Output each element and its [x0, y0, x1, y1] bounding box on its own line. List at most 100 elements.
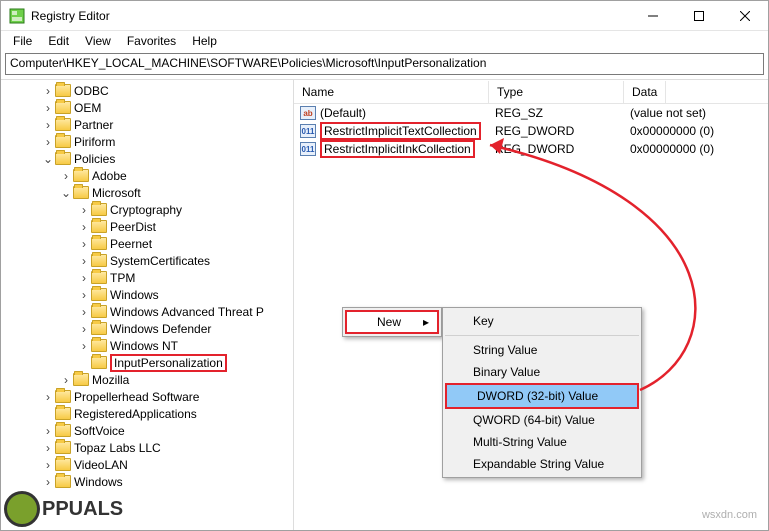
close-button[interactable]: [722, 1, 768, 30]
menu-item-multistring[interactable]: Multi-String Value: [443, 431, 641, 453]
folder-icon: [91, 220, 107, 233]
menu-item-dword[interactable]: DWORD (32-bit) Value: [447, 385, 637, 407]
expand-icon[interactable]: ›: [77, 254, 91, 268]
value-data: (value not set): [627, 106, 706, 120]
value-row[interactable]: 011 RestrictImplicitInkCollection REG_DW…: [294, 140, 768, 158]
tree-item[interactable]: Peernet: [110, 237, 152, 251]
tree-item[interactable]: ODBC: [74, 84, 109, 98]
folder-icon: [91, 322, 107, 335]
collapse-icon[interactable]: ⌄: [59, 186, 73, 200]
menu-item-key[interactable]: Key: [443, 310, 641, 332]
expand-icon[interactable]: ›: [41, 441, 55, 455]
collapse-icon[interactable]: ⌄: [41, 152, 55, 166]
tree-item[interactable]: SystemCertificates: [110, 254, 210, 268]
folder-icon: [91, 237, 107, 250]
folder-icon: [73, 373, 89, 386]
menu-favorites[interactable]: Favorites: [119, 32, 184, 50]
menu-item-qword[interactable]: QWORD (64-bit) Value: [443, 409, 641, 431]
folder-icon: [55, 84, 71, 97]
menu-item-binary[interactable]: Binary Value: [443, 361, 641, 383]
col-name[interactable]: Name: [294, 81, 489, 103]
tree-item[interactable]: VideoLAN: [74, 458, 128, 472]
expand-icon[interactable]: ›: [41, 118, 55, 132]
expand-icon[interactable]: ›: [41, 424, 55, 438]
window-title: Registry Editor: [31, 9, 630, 23]
value-data: 0x00000000 (0): [627, 124, 714, 138]
minimize-button[interactable]: [630, 1, 676, 30]
menu-edit[interactable]: Edit: [40, 32, 77, 50]
value-data: 0x00000000 (0): [627, 142, 714, 156]
tree-item[interactable]: Propellerhead Software: [74, 390, 199, 404]
tree-item-selected[interactable]: InputPersonalization: [110, 354, 227, 372]
expand-icon[interactable]: ›: [77, 339, 91, 353]
folder-icon: [55, 390, 71, 403]
expand-icon[interactable]: ›: [77, 322, 91, 336]
tree-item[interactable]: RegisteredApplications: [74, 407, 197, 421]
menu-file[interactable]: File: [5, 32, 40, 50]
tree-item[interactable]: Windows: [110, 288, 159, 302]
tree-item[interactable]: Windows NT: [110, 339, 178, 353]
expand-icon[interactable]: ›: [77, 288, 91, 302]
avatar-icon: [4, 491, 40, 527]
folder-icon: [55, 424, 71, 437]
tree-item[interactable]: Windows Advanced Threat P: [110, 305, 264, 319]
expand-icon[interactable]: ›: [41, 390, 55, 404]
tree-item[interactable]: Topaz Labs LLC: [74, 441, 161, 455]
tree-item[interactable]: SoftVoice: [74, 424, 125, 438]
folder-icon: [91, 254, 107, 267]
menu-item-new[interactable]: New ▸: [345, 310, 439, 334]
tree-item[interactable]: PeerDist: [110, 220, 156, 234]
expand-icon[interactable]: ›: [41, 458, 55, 472]
folder-icon: [55, 458, 71, 471]
folder-icon: [55, 101, 71, 114]
menu-item-string[interactable]: String Value: [443, 339, 641, 361]
tree-item[interactable]: Windows: [74, 475, 123, 489]
col-type[interactable]: Type: [489, 81, 624, 103]
context-submenu: Key String Value Binary Value DWORD (32-…: [442, 307, 642, 478]
folder-icon: [73, 186, 89, 199]
expand-icon[interactable]: ›: [77, 220, 91, 234]
expand-icon[interactable]: ›: [41, 101, 55, 115]
value-row[interactable]: ab (Default) REG_SZ (value not set): [294, 104, 768, 122]
expand-icon[interactable]: ›: [59, 373, 73, 387]
tree-panel[interactable]: ›ODBC ›OEM ›Partner ›Piriform ⌄Policies …: [1, 80, 294, 530]
expand-icon[interactable]: ›: [41, 84, 55, 98]
address-bar[interactable]: Computer\HKEY_LOCAL_MACHINE\SOFTWARE\Pol…: [5, 53, 764, 75]
tree-item[interactable]: TPM: [110, 271, 135, 285]
expand-icon[interactable]: ›: [77, 271, 91, 285]
folder-icon: [55, 135, 71, 148]
tree-item[interactable]: Mozilla: [92, 373, 129, 387]
folder-icon: [91, 203, 107, 216]
menu-help[interactable]: Help: [184, 32, 225, 50]
folder-icon: [55, 441, 71, 454]
folder-icon: [55, 475, 71, 488]
expand-icon[interactable]: ›: [77, 305, 91, 319]
tree-item[interactable]: OEM: [74, 101, 101, 115]
value-name: (Default): [320, 106, 492, 120]
reg-dword-icon: 011: [300, 142, 316, 156]
tree-item[interactable]: Adobe: [92, 169, 127, 183]
expand-icon[interactable]: ›: [41, 475, 55, 489]
expand-icon[interactable]: ›: [41, 135, 55, 149]
col-data[interactable]: Data: [624, 81, 666, 103]
expand-icon[interactable]: ›: [59, 169, 73, 183]
value-row[interactable]: 011 RestrictImplicitTextCollection REG_D…: [294, 122, 768, 140]
folder-icon: [91, 288, 107, 301]
menu-item-expandstring[interactable]: Expandable String Value: [443, 453, 641, 475]
tree-item[interactable]: Microsoft: [92, 186, 141, 200]
tree-item[interactable]: Cryptography: [110, 203, 182, 217]
value-name: RestrictImplicitInkCollection: [320, 140, 475, 158]
expand-icon[interactable]: ›: [77, 203, 91, 217]
tree-item[interactable]: Policies: [74, 152, 115, 166]
tree-item[interactable]: Piriform: [74, 135, 115, 149]
menu-view[interactable]: View: [77, 32, 119, 50]
folder-icon: [55, 118, 71, 131]
tree-item[interactable]: Windows Defender: [110, 322, 211, 336]
tree-item[interactable]: Partner: [74, 118, 113, 132]
folder-icon: [55, 407, 71, 420]
value-type: REG_DWORD: [492, 142, 627, 156]
expand-icon[interactable]: ›: [77, 237, 91, 251]
reg-sz-icon: ab: [300, 106, 316, 120]
maximize-button[interactable]: [676, 1, 722, 30]
folder-icon: [73, 169, 89, 182]
